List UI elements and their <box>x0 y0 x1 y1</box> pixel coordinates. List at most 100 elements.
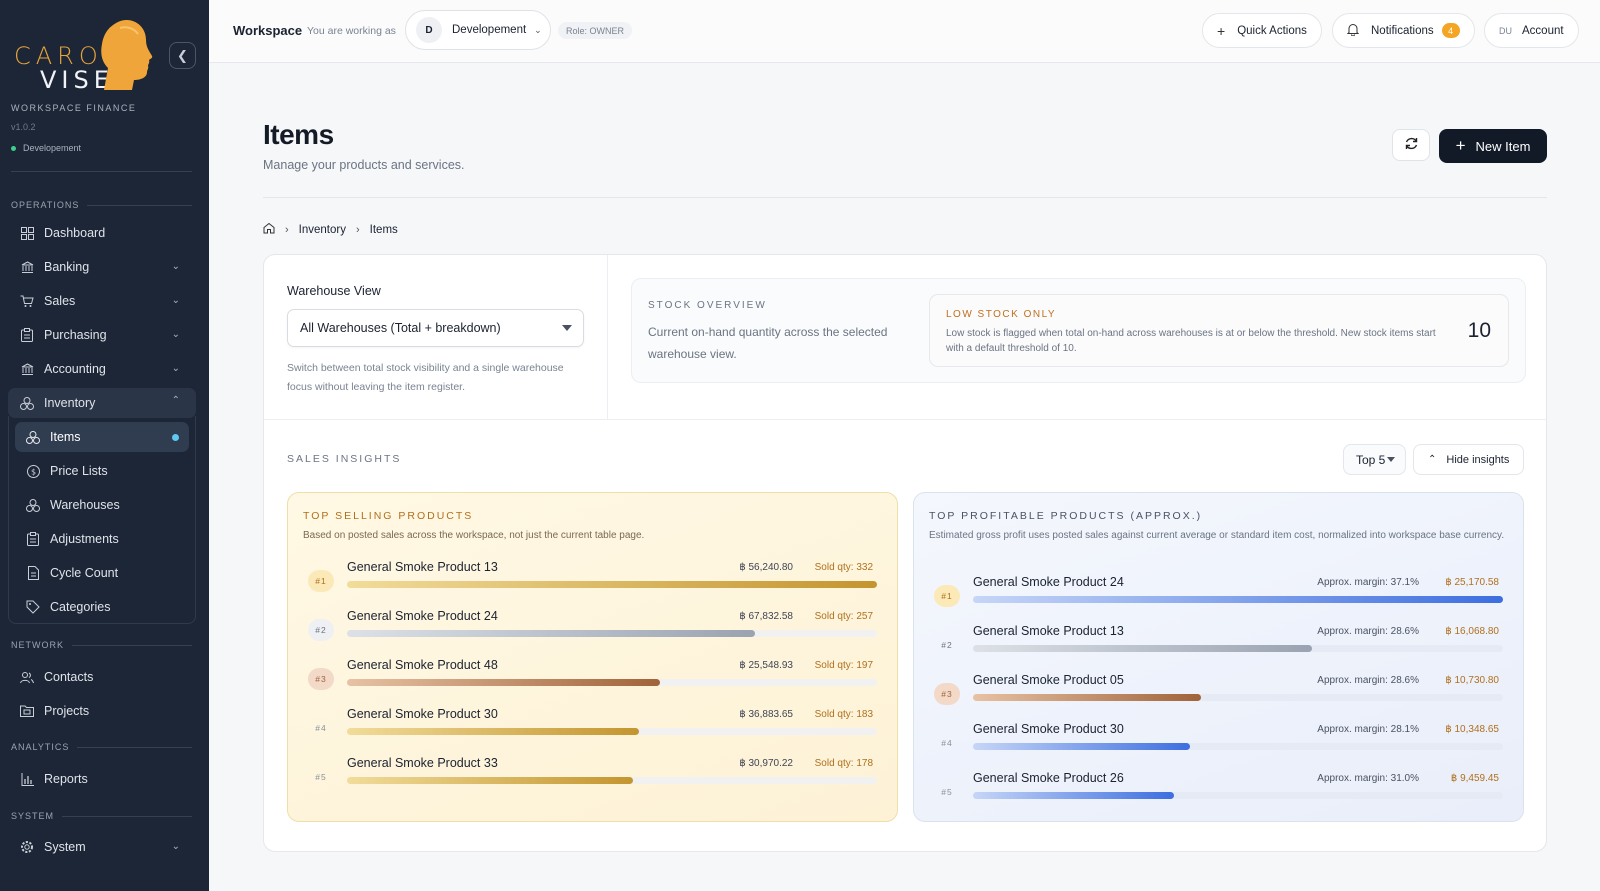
sidebar-subitem-label: Cycle Count <box>50 566 119 580</box>
environment-indicator: Developement <box>11 143 81 153</box>
clipboard-icon <box>20 328 34 342</box>
rank-badge: #5 <box>315 772 327 782</box>
section-system-label: SYSTEM <box>11 811 55 821</box>
chevron-up-icon: ⌃ <box>1428 454 1437 465</box>
collapse-sidebar-button[interactable]: ❮ <box>169 42 196 69</box>
approx-margin: Approx. margin: 28.6% <box>1317 626 1419 637</box>
insight-row[interactable]: #3 General Smoke Product 48 Sold qty: 197 ฿… <box>288 658 899 703</box>
breadcrumb-inventory[interactable]: Inventory <box>299 224 346 236</box>
account-button[interactable]: DU Account <box>1484 13 1579 48</box>
sidebar-subitem-warehouses[interactable]: Warehouses <box>15 490 189 520</box>
sidebar-item-inventory[interactable]: Inventory ⌃ <box>8 388 196 418</box>
insight-row[interactable]: #3 General Smoke Product 05 Approx. margin… <box>914 673 1525 718</box>
home-icon[interactable] <box>263 222 275 237</box>
workspace-selector[interactable]: D Developement ⌄ <box>405 10 551 50</box>
chevron-down-icon: ⌄ <box>171 329 180 340</box>
refresh-button[interactable] <box>1392 129 1430 161</box>
insight-row[interactable]: #2 General Smoke Product 24 Sold qty: 257 ฿… <box>288 609 899 654</box>
refresh-icon <box>1404 136 1419 155</box>
product-name[interactable]: General Smoke Product 24 <box>973 575 1124 589</box>
dollar-circle-icon: $ <box>26 464 40 478</box>
notifications-button[interactable]: Notifications 4 <box>1332 13 1475 48</box>
sidebar-item-purchasing[interactable]: Purchasing ⌄ <box>8 320 196 350</box>
sidebar-subitem-label: Adjustments <box>50 532 119 546</box>
rank-badge: #5 <box>941 787 953 797</box>
sidebar-subitem-price-lists[interactable]: $ Price Lists <box>15 456 189 486</box>
account-label: Account <box>1522 24 1564 37</box>
sidebar-subitem-items[interactable]: Items <box>15 422 189 452</box>
quick-actions-button[interactable]: + Quick Actions <box>1202 13 1322 48</box>
bar-fill <box>347 728 639 735</box>
insight-row[interactable]: #5 General Smoke Product 33 Sold qty: 178 ฿… <box>288 756 899 801</box>
product-name[interactable]: General Smoke Product 24 <box>347 609 498 623</box>
sidebar-item-banking[interactable]: Banking ⌄ <box>8 252 196 282</box>
insight-row[interactable]: #1 General Smoke Product 13 Sold qty: 332 ฿… <box>288 560 899 605</box>
bar-chart-icon <box>20 772 34 786</box>
sidebar-subitem-label: Items <box>50 430 81 444</box>
product-name[interactable]: General Smoke Product 30 <box>347 707 498 721</box>
sales-insights-title: SALES INSIGHTS <box>287 453 402 465</box>
breadcrumb-items: Items <box>369 223 398 236</box>
sidebar-item-sales[interactable]: Sales ⌄ <box>8 286 196 316</box>
top-n-value: Top 5 <box>1356 452 1386 467</box>
warehouse-view-help: Switch between total stock visibility an… <box>287 362 564 393</box>
sidebar-item-label: Sales <box>44 294 76 308</box>
sidebar-item-label: Contacts <box>44 670 94 684</box>
sidebar-item-accounting[interactable]: Accounting ⌄ <box>8 354 196 384</box>
top-n-select[interactable]: Top 5 <box>1343 444 1406 475</box>
bar-fill <box>347 679 660 686</box>
sidebar-subitem-categories[interactable]: Categories <box>15 592 189 622</box>
insight-row[interactable]: #4 General Smoke Product 30 Sold qty: 183 ฿… <box>288 707 899 752</box>
clipboard-icon <box>26 532 40 546</box>
sales-amount: ฿ 36,883.65 <box>739 709 793 720</box>
sidebar-subitem-adjustments[interactable]: Adjustments <box>15 524 189 554</box>
product-name[interactable]: General Smoke Product 30 <box>973 722 1124 736</box>
section-analytics: ANALYTICS <box>11 742 192 752</box>
bar-fill <box>973 645 1313 652</box>
profit-amount: ฿ 16,068.80 <box>1445 626 1499 637</box>
sales-amount: ฿ 67,832.58 <box>739 611 793 622</box>
low-stock-filter[interactable]: LOW STOCK ONLY Low stock is flagged when… <box>929 294 1509 367</box>
sidebar-item-contacts[interactable]: Contacts <box>8 662 196 692</box>
warehouse-view-select[interactable]: All Warehouses (Total + breakdown) <box>287 309 584 347</box>
insight-row[interactable]: #1 General Smoke Product 24 Approx. margin… <box>914 575 1525 620</box>
insight-row[interactable]: #5 General Smoke Product 26 Approx. margin… <box>914 771 1525 816</box>
sidebar-item-dashboard[interactable]: Dashboard <box>8 218 196 248</box>
sidebar-item-reports[interactable]: Reports <box>8 764 196 794</box>
product-name[interactable]: General Smoke Product 13 <box>973 624 1124 638</box>
product-name[interactable]: General Smoke Product 48 <box>347 658 498 672</box>
svg-text:$: $ <box>30 467 35 476</box>
bar-track <box>973 596 1503 603</box>
sidebar: CARO VISE ❮ WORKSPACE FINANCE v1.0.2 Dev… <box>0 0 209 891</box>
sidebar-item-label: System <box>44 840 86 854</box>
section-operations-label: OPERATIONS <box>11 200 80 210</box>
sidebar-subitem-cycle-count[interactable]: Cycle Count <box>15 558 189 588</box>
workspace-title: WORKSPACE FINANCE <box>11 103 137 113</box>
approx-margin: Approx. margin: 37.1% <box>1317 577 1419 588</box>
bar-track <box>973 792 1503 799</box>
insight-row[interactable]: #2 General Smoke Product 13 Approx. margin… <box>914 624 1525 669</box>
breadcrumb: › Inventory › Items <box>263 222 398 237</box>
product-name[interactable]: General Smoke Product 26 <box>973 771 1124 785</box>
profit-amount: ฿ 10,348.65 <box>1445 724 1499 735</box>
profit-amount: ฿ 10,730.80 <box>1445 675 1499 686</box>
bar-track <box>347 630 877 637</box>
divider <box>11 171 192 172</box>
sidebar-item-projects[interactable]: Projects <box>8 696 196 726</box>
sidebar-item-system[interactable]: System ⌄ <box>8 832 196 862</box>
hide-insights-button[interactable]: ⌃ Hide insights <box>1413 444 1524 475</box>
bar-track <box>973 694 1503 701</box>
chevron-down-icon: ⌄ <box>534 24 542 35</box>
status-dot-icon <box>11 145 16 151</box>
warehouse-view-value: All Warehouses (Total + breakdown) <box>300 321 501 335</box>
product-name[interactable]: General Smoke Product 13 <box>347 560 498 574</box>
sold-qty: Sold qty: 197 <box>814 660 873 671</box>
logo: CARO VISE <box>14 18 154 94</box>
new-item-button[interactable]: + New Item <box>1439 129 1547 163</box>
product-name[interactable]: General Smoke Product 33 <box>347 756 498 770</box>
insight-row[interactable]: #4 General Smoke Product 30 Approx. margin… <box>914 722 1525 767</box>
chevron-down-icon: ⌄ <box>171 363 180 374</box>
rank-badge: #1 <box>934 585 960 607</box>
rank-badge: #3 <box>308 668 334 690</box>
product-name[interactable]: General Smoke Product 05 <box>973 673 1124 687</box>
